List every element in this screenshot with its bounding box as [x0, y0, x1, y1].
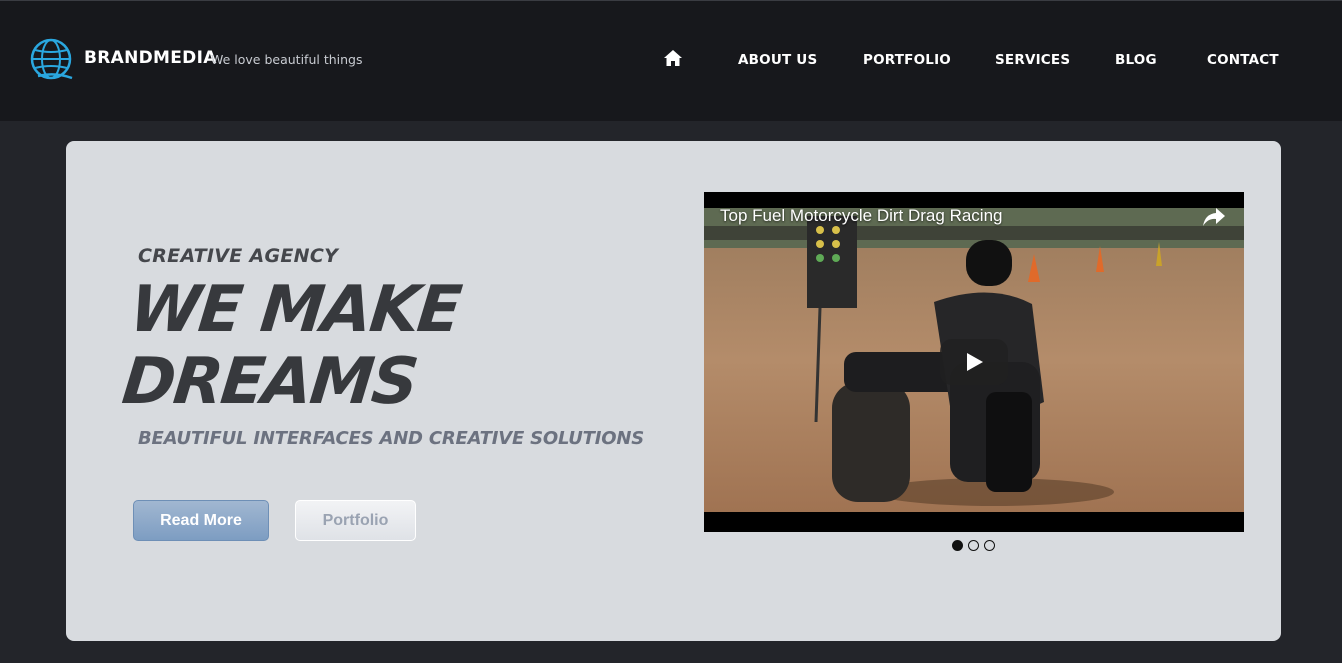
- hero-kicker: CREATIVE AGENCY: [138, 245, 339, 267]
- nav-about-us[interactable]: ABOUT US: [738, 52, 817, 68]
- hero-subline: BEAUTIFUL INTERFACES AND CREATIVE SOLUTI…: [138, 428, 644, 449]
- slider-pagination: [952, 540, 1012, 552]
- slider-dot-1[interactable]: [952, 540, 963, 551]
- site-header: BRANDMEDIA We love beautiful things ABOU…: [0, 0, 1342, 121]
- video-embed[interactable]: Top Fuel Motorcycle Dirt Drag Racing: [704, 192, 1244, 532]
- slider-dot-2[interactable]: [968, 540, 979, 551]
- hero-slider: CREATIVE AGENCY WE MAKE DREAMS BEAUTIFUL…: [66, 141, 1281, 641]
- nav-portfolio[interactable]: PORTFOLIO: [863, 52, 951, 68]
- main-nav: ABOUT US PORTFOLIO SERVICES BLOG CONTACT: [0, 1, 1342, 122]
- nav-contact[interactable]: CONTACT: [1207, 52, 1279, 68]
- portfolio-button[interactable]: Portfolio: [295, 500, 416, 541]
- home-icon[interactable]: [664, 50, 682, 66]
- hero-headline: WE MAKE DREAMS: [118, 273, 464, 419]
- nav-services[interactable]: SERVICES: [995, 52, 1070, 68]
- slider-dot-3[interactable]: [984, 540, 995, 551]
- read-more-button[interactable]: Read More: [133, 500, 269, 541]
- video-title[interactable]: Top Fuel Motorcycle Dirt Drag Racing: [720, 206, 1002, 226]
- nav-blog[interactable]: BLOG: [1115, 52, 1157, 68]
- play-icon: [967, 353, 983, 371]
- play-button[interactable]: [940, 339, 1008, 385]
- share-icon[interactable]: [1202, 206, 1226, 228]
